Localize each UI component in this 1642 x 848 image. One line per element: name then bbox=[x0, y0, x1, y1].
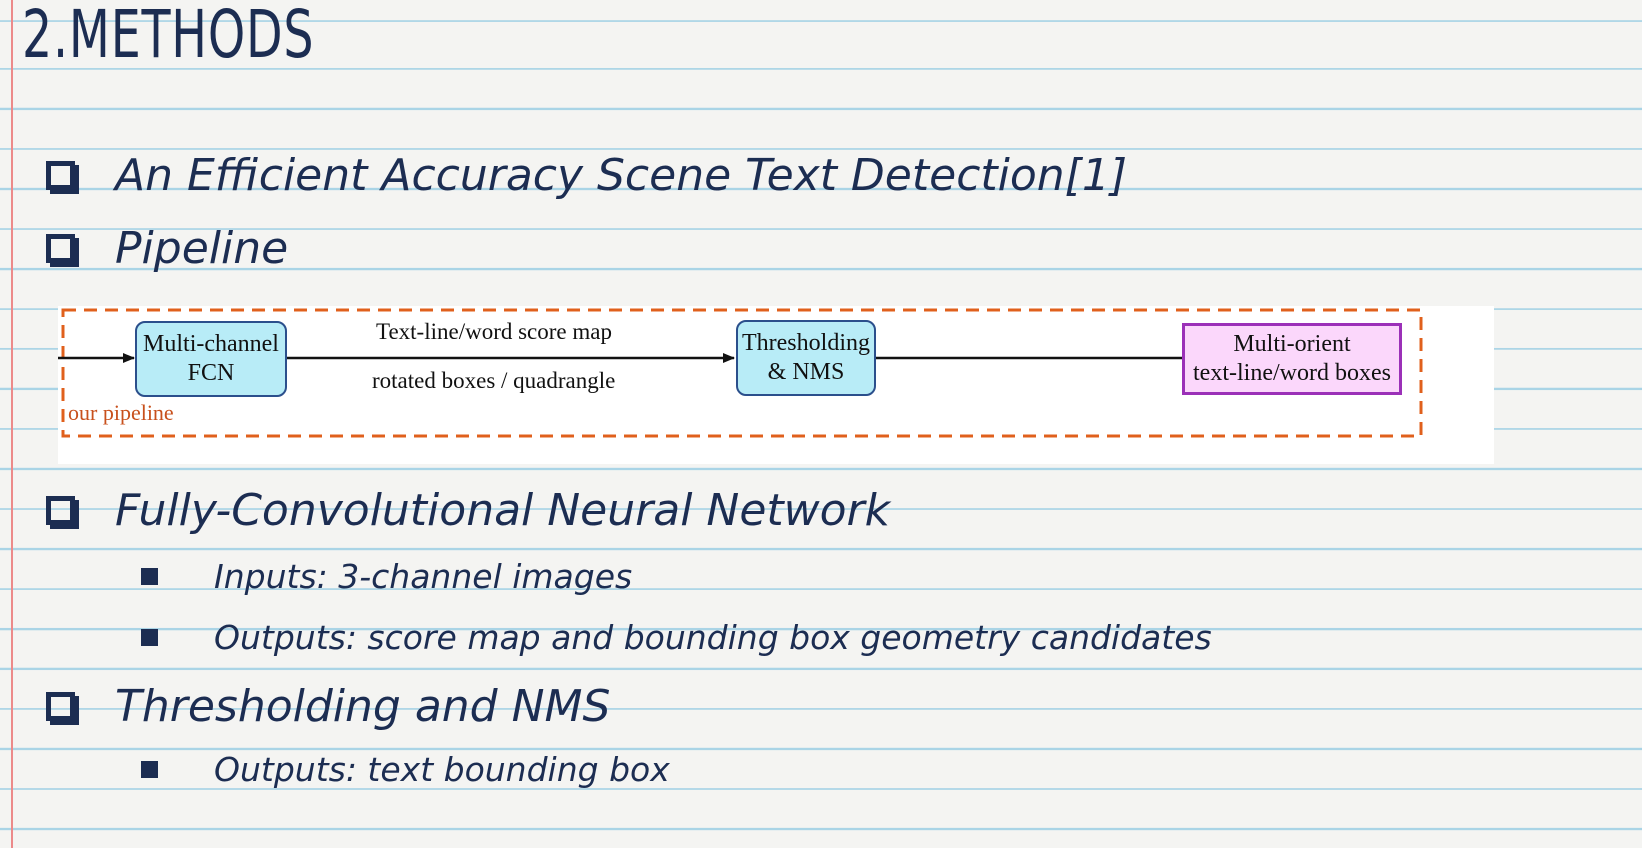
bullet-text: Pipeline bbox=[115, 222, 289, 274]
node-output-line2: text-line/word boxes bbox=[1193, 360, 1391, 386]
node-output-line1: Multi-orient bbox=[1233, 331, 1351, 358]
notebook-margin-line bbox=[11, 0, 13, 848]
square-bullet-icon bbox=[141, 760, 158, 778]
sub-bullet-text: Outputs: score map and bounding box geom… bbox=[214, 617, 1212, 657]
node-nms-line2: & NMS bbox=[767, 359, 845, 385]
bullet-fcn: Fully-Convolutional Neural Network bbox=[46, 480, 890, 540]
checkbox-icon bbox=[46, 495, 75, 525]
slide-title: 2.METHODS bbox=[22, 0, 315, 73]
sub-bullet-outputs-nms: Outputs: text bounding box bbox=[141, 744, 670, 794]
bullet-text: An Efficient Accuracy Scene Text Detecti… bbox=[115, 149, 1127, 201]
square-bullet-icon bbox=[141, 567, 158, 585]
checkbox-icon bbox=[46, 691, 75, 721]
bullet-thresholding-nms: Thresholding and NMS bbox=[46, 676, 610, 736]
bullet-efficient-detection: An Efficient Accuracy Scene Text Detecti… bbox=[46, 145, 1127, 205]
node-nms-line1: Thresholding bbox=[742, 330, 870, 357]
square-bullet-icon bbox=[141, 628, 158, 646]
checkbox-icon bbox=[46, 233, 75, 263]
node-multichannel-fcn: Multi-channel FCN bbox=[135, 321, 287, 397]
bullet-text: Fully-Convolutional Neural Network bbox=[115, 484, 891, 536]
edge-label-rotated-boxes: rotated boxes / quadrangle bbox=[372, 368, 616, 393]
pipeline-label: our pipeline bbox=[68, 400, 174, 425]
node-fcn-line2: FCN bbox=[187, 360, 235, 386]
sub-bullet-outputs-fcn: Outputs: score map and bounding box geom… bbox=[141, 612, 1212, 662]
checkbox-icon bbox=[46, 160, 75, 190]
sub-bullet-text: Outputs: text bounding box bbox=[214, 749, 670, 789]
pipeline-diagram: Multi-channel FCN Text-line/word score m… bbox=[58, 306, 1494, 464]
node-thresholding-nms: Thresholding & NMS bbox=[736, 320, 876, 396]
node-output-boxes: Multi-orient text-line/word boxes bbox=[1182, 323, 1402, 395]
edge-label-score-map: Text-line/word score map bbox=[376, 319, 612, 344]
bullet-text: Thresholding and NMS bbox=[115, 680, 611, 732]
bullet-pipeline: Pipeline bbox=[46, 218, 288, 278]
sub-bullet-inputs: Inputs: 3-channel images bbox=[141, 551, 632, 601]
node-fcn-line1: Multi-channel bbox=[143, 331, 279, 358]
sub-bullet-text: Inputs: 3-channel images bbox=[214, 556, 633, 596]
